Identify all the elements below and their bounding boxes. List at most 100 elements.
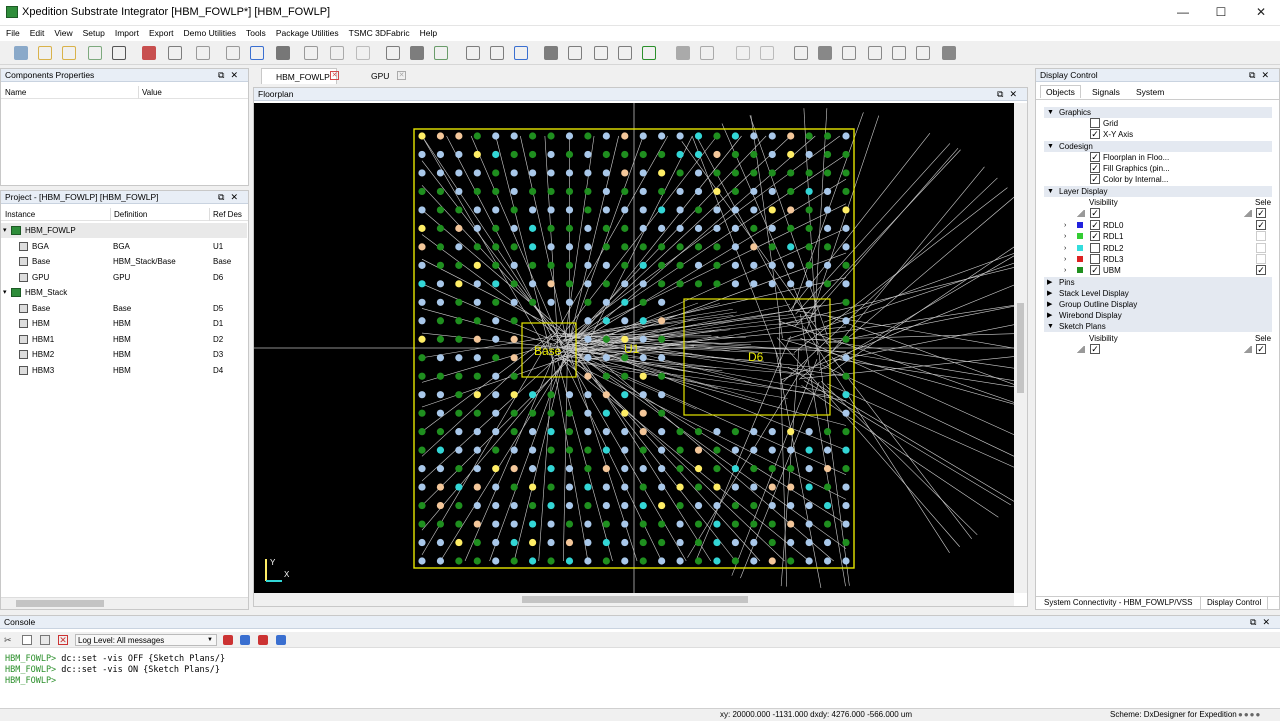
toolbar-tool-icon[interactable] (196, 46, 210, 60)
menu-view[interactable]: View (50, 26, 76, 40)
toolbar-tool-icon[interactable] (892, 46, 906, 60)
tree-row[interactable]: HBMHBMD1 (1, 316, 247, 331)
tree-row[interactable]: HBM2HBMD3 (1, 347, 247, 362)
panel-float-close-icon[interactable]: ⧉✕ (218, 69, 244, 82)
layer-visibility-checkbox[interactable]: ✓ (1090, 231, 1100, 241)
tree-row[interactable]: GPUGPUD6 (1, 270, 247, 285)
menu-file[interactable]: File (2, 26, 24, 40)
toolbar-tool-icon[interactable] (594, 46, 608, 60)
sketch-select-checkbox[interactable]: ✓ (1256, 344, 1266, 354)
panel-float-close-icon[interactable]: ⧉✕ (1249, 69, 1275, 82)
menu-help[interactable]: Help (416, 26, 441, 40)
fill-graphics-checkbox[interactable]: ✓ (1090, 163, 1100, 173)
menu-package-utilities[interactable]: Package Utilities (272, 26, 343, 40)
record-icon[interactable] (240, 635, 250, 645)
toolbar-tool-icon[interactable] (544, 46, 558, 60)
toolbar-tool-icon[interactable] (818, 46, 832, 60)
tab-signals[interactable]: Signals (1092, 87, 1120, 97)
layer-select-checkbox[interactable] (1256, 231, 1266, 241)
layer-color-swatch[interactable] (1077, 222, 1083, 228)
tab-objects[interactable]: Objects (1040, 85, 1081, 98)
maximize-button[interactable]: ☐ (1213, 4, 1229, 20)
layer-color-swatch[interactable] (1077, 245, 1083, 251)
layer-color-swatch[interactable] (1077, 267, 1083, 273)
layer-select-checkbox[interactable] (1256, 243, 1266, 253)
toolbar-tool-icon[interactable] (434, 46, 448, 60)
layer-select-checkbox[interactable]: ✓ (1256, 220, 1266, 230)
scissors-icon[interactable]: ✂ (4, 635, 14, 645)
floorplan-in-checkbox[interactable]: ✓ (1090, 152, 1100, 162)
layer-select-checkbox[interactable] (1256, 254, 1266, 264)
layer-color-swatch[interactable] (1077, 256, 1083, 262)
clear-icon[interactable]: ✕ (58, 635, 68, 645)
section-sketch-plans[interactable]: ▼Sketch Plans (1044, 321, 1272, 332)
toolbar-tool-icon[interactable] (736, 46, 750, 60)
toolbar-tool-icon[interactable] (330, 46, 344, 60)
toolbar-tool-icon[interactable] (676, 46, 690, 60)
section-layer-display[interactable]: ▼Layer Display (1044, 186, 1272, 197)
toolbar-tool-icon[interactable] (760, 46, 774, 60)
floorplan-canvas[interactable]: BaseU1D6XY (254, 103, 1014, 593)
layer-visibility-checkbox[interactable] (1090, 243, 1100, 253)
col-refdes[interactable]: Ref Des (209, 208, 242, 221)
tree-group-row[interactable]: ▾HBM_Stack (1, 285, 247, 300)
layer-select-checkbox[interactable]: ✓ (1256, 265, 1266, 275)
slider-icon[interactable] (1243, 210, 1252, 217)
chevron-right-icon[interactable]: › (1064, 220, 1066, 231)
toolbar-tool-icon[interactable] (112, 46, 126, 60)
panel-float-close-icon[interactable]: ⧉✕ (1250, 616, 1276, 629)
toolbar-tool-icon[interactable] (386, 46, 400, 60)
section-group-outline[interactable]: ▶Group Outline Display (1044, 299, 1272, 310)
col-instance[interactable]: Instance (5, 208, 35, 221)
slider-icon[interactable] (1076, 210, 1085, 217)
tree-row[interactable]: HBM3HBMD4 (1, 363, 247, 378)
section-codesign[interactable]: ▼Codesign (1044, 141, 1272, 152)
tree-row[interactable]: BaseBaseD5 (1, 301, 247, 316)
close-button[interactable]: ✕ (1253, 4, 1269, 20)
panel-float-close-icon[interactable]: ⧉✕ (218, 191, 244, 204)
col-value[interactable]: Value (138, 86, 162, 99)
layer-visibility-checkbox[interactable] (1090, 254, 1100, 264)
toolbar-tool-icon[interactable] (618, 46, 632, 60)
tab-close-icon[interactable]: ✕ (330, 71, 339, 80)
log-level-select[interactable]: Log Level: All messages ▼ (75, 634, 217, 646)
toolbar-tool-icon[interactable] (304, 46, 318, 60)
toolbar-tool-icon[interactable] (568, 46, 582, 60)
layer-visibility-checkbox[interactable]: ✓ (1090, 220, 1100, 230)
xy-axis-checkbox[interactable]: ✓ (1090, 129, 1100, 139)
tab-hbm-fowlp[interactable]: HBM_FOWLP (261, 68, 337, 84)
tab-close-icon[interactable]: ✕ (397, 71, 406, 80)
tab-display-control[interactable]: Display Control (1200, 597, 1268, 610)
tab-gpu[interactable]: GPU (357, 68, 395, 84)
section-pins[interactable]: ▶Pins (1044, 277, 1272, 288)
layer-all-select-checkbox[interactable]: ✓ (1256, 208, 1266, 218)
toolbar-tool-icon[interactable] (466, 46, 480, 60)
toolbar-tool-icon[interactable] (250, 46, 264, 60)
toolbar-tool-icon[interactable] (356, 46, 370, 60)
toolbar-tool-icon[interactable] (142, 46, 156, 60)
floorplan-hscrollbar[interactable] (254, 593, 1014, 606)
menu-tools[interactable]: Tools (242, 26, 270, 40)
scroll-thumb[interactable] (1017, 303, 1024, 393)
layer-visibility-checkbox[interactable]: ✓ (1090, 265, 1100, 275)
chevron-right-icon[interactable]: › (1064, 265, 1066, 276)
section-graphics[interactable]: ▼Graphics (1044, 107, 1272, 118)
stop-icon[interactable] (223, 635, 233, 645)
menu-setup[interactable]: Setup (79, 26, 109, 40)
tree-row[interactable]: BGABGAU1 (1, 239, 247, 254)
section-wirebond[interactable]: ▶Wirebond Display (1044, 310, 1272, 321)
floorplan-vscrollbar[interactable] (1014, 103, 1027, 593)
toolbar-tool-icon[interactable] (842, 46, 856, 60)
toolbar-tool-icon[interactable] (794, 46, 808, 60)
slider-icon[interactable] (1243, 346, 1252, 353)
redo-icon[interactable] (276, 635, 286, 645)
chevron-right-icon[interactable]: › (1064, 254, 1066, 265)
toolbar-tool-icon[interactable] (514, 46, 528, 60)
toolbar-tool-icon[interactable] (38, 46, 52, 60)
chevron-down-icon[interactable]: ▾ (3, 223, 7, 238)
console-output[interactable]: HBM_FOWLP> dc::set -vis OFF {Sketch Plan… (0, 652, 1280, 692)
tab-system-connectivity[interactable]: System Connectivity - HBM_FOWLP/VSS (1044, 597, 1192, 609)
chevron-right-icon[interactable]: › (1064, 243, 1066, 254)
section-stack-level[interactable]: ▶Stack Level Display (1044, 288, 1272, 299)
toolbar-tool-icon[interactable] (868, 46, 882, 60)
